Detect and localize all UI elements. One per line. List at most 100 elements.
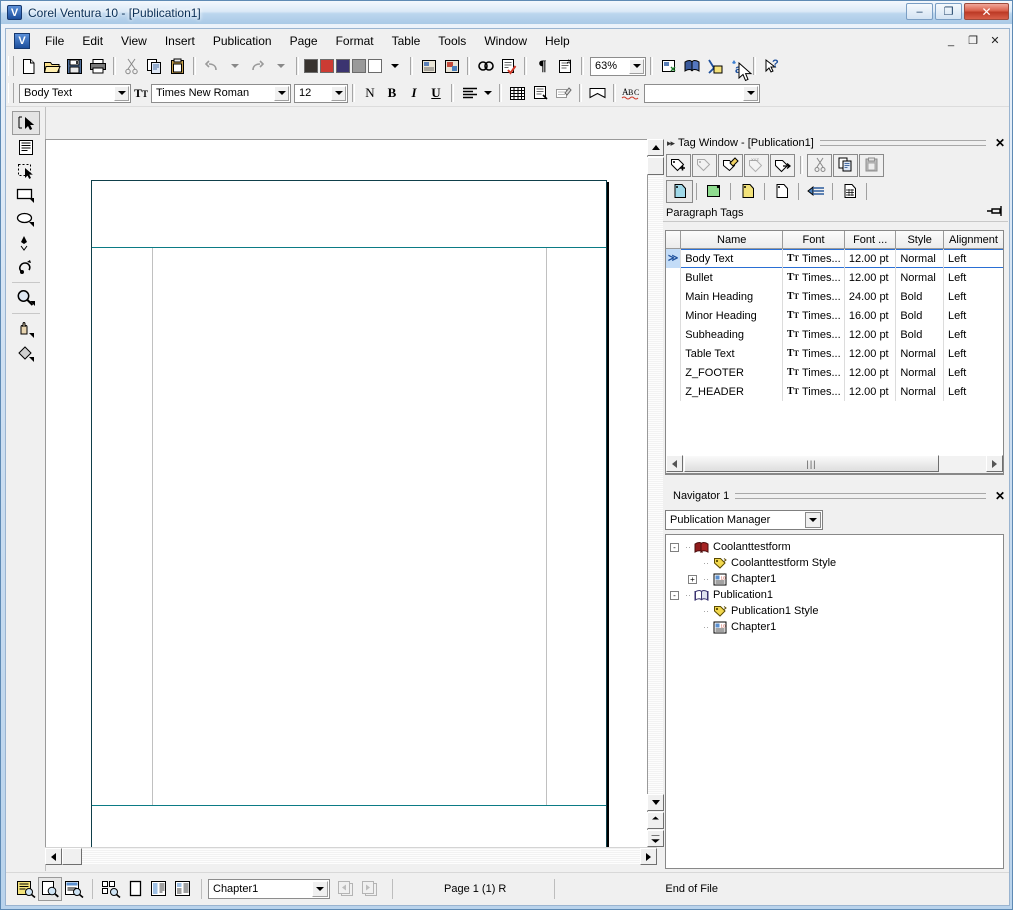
table-edit-button[interactable] (552, 82, 575, 104)
scroll-left-button[interactable] (45, 848, 62, 865)
color-swatch-1[interactable] (304, 59, 318, 73)
paste-tag-button[interactable] (859, 153, 884, 177)
insert-code-button[interactable]: # (554, 55, 577, 77)
redo-dropdown[interactable] (269, 55, 292, 77)
tree-node[interactable]: ·· Publication1 Style (670, 603, 1003, 619)
collapse-toggle-icon[interactable]: - (670, 542, 679, 552)
single-page-button[interactable] (123, 877, 147, 901)
draft-view-button[interactable] (14, 877, 38, 901)
grammar-check-button[interactable] (703, 55, 726, 77)
scroll-right-button[interactable] (640, 848, 657, 865)
rename-tag-button[interactable]: XYZ (744, 153, 769, 177)
table-row[interactable]: Main Heading TT Times... 24.00 pt Bold Left (666, 287, 1003, 306)
table-tags-tab[interactable] (836, 180, 863, 203)
scroll-up-button[interactable] (647, 139, 664, 156)
next-page-button[interactable] (358, 877, 382, 901)
menu-publication[interactable]: Publication (204, 31, 281, 51)
tree-node[interactable]: - ·· Coolanttestform (670, 539, 1003, 555)
quick-correct-button[interactable]: a (726, 55, 749, 77)
menu-insert[interactable]: Insert (156, 31, 204, 51)
minimize-button[interactable]: – (906, 3, 933, 20)
character-tags-tab[interactable] (700, 180, 727, 203)
print-button[interactable] (86, 55, 109, 77)
page-tags-tab[interactable] (768, 180, 795, 203)
color-swatch-3[interactable] (336, 59, 350, 73)
color-swatch-5[interactable] (368, 59, 382, 73)
table-row[interactable]: Subheading TT Times... 12.00 pt Bold Left (666, 325, 1003, 344)
zoom-combo[interactable]: 63% (590, 56, 646, 76)
document-page[interactable] (91, 180, 607, 847)
tag-window-titlebar[interactable]: ▸▸ Tag Window - [Publication1] ✕ (663, 134, 1008, 152)
zoom-dropdown-button[interactable] (629, 58, 644, 74)
spellcheck-dropdown[interactable] (743, 85, 758, 101)
menu-page[interactable]: Page (281, 31, 327, 51)
maximize-button[interactable]: ❐ (935, 3, 962, 20)
document-canvas[interactable] (45, 139, 657, 847)
edit-tag-button[interactable] (718, 153, 743, 177)
menu-tools[interactable]: Tools (429, 31, 475, 51)
grid-horizontal-scrollbar[interactable]: ||| (665, 455, 1004, 474)
normal-view-button[interactable] (38, 877, 62, 901)
ruling-tags-tab[interactable] (802, 180, 829, 203)
frame-tags-tab[interactable] (734, 180, 761, 203)
table-row[interactable]: Table Text TT Times... 12.00 pt Normal Left (666, 344, 1003, 363)
cut-tag-button[interactable] (807, 153, 832, 177)
grid-col-font[interactable]: Font (783, 231, 845, 248)
insert-marker-button[interactable] (586, 82, 609, 104)
text-tool[interactable] (12, 135, 40, 159)
undo-dropdown[interactable] (223, 55, 246, 77)
font-size-select[interactable]: 12 (294, 83, 348, 103)
ellipse-tool[interactable] (12, 207, 40, 231)
alignment-button[interactable] (458, 82, 481, 104)
fill-tool[interactable] (12, 341, 40, 365)
menu-window[interactable]: Window (475, 31, 536, 51)
format-toolbar-grip[interactable] (8, 83, 14, 103)
chapter-select[interactable]: Chapter1 (208, 879, 330, 899)
table-row[interactable]: ≫ Body Text TT Times... 12.00 pt Normal Left (666, 249, 1003, 268)
expand-toggle-icon[interactable]: + (688, 574, 697, 584)
font-family-dropdown[interactable] (274, 85, 289, 101)
italic-button[interactable]: I (403, 82, 425, 104)
horizontal-scrollbar[interactable] (45, 847, 657, 865)
grid-col-marker[interactable] (666, 231, 682, 248)
zoom-tool[interactable] (12, 286, 40, 310)
menu-edit[interactable]: Edit (73, 31, 112, 51)
show-formatting-button[interactable]: ¶ (531, 55, 554, 77)
table-row[interactable]: Z_HEADER TT Times... 12.00 pt Normal Left (666, 382, 1003, 401)
grid-col-name[interactable]: Name (681, 231, 784, 248)
alignment-dropdown[interactable] (481, 82, 495, 104)
new-button[interactable] (17, 55, 40, 77)
grid-col-font-size[interactable]: Font ... (844, 231, 897, 248)
navigator-mode-dropdown[interactable] (805, 512, 821, 528)
navigator-close-button[interactable]: ✕ (992, 489, 1008, 503)
paragraph-tags-grid[interactable]: Name Font Font ... Style Alignment ≫ Body… (665, 230, 1004, 475)
remove-tag-button[interactable] (692, 153, 717, 177)
table-row[interactable]: Minor Heading TT Times... 16.00 pt Bold Left (666, 306, 1003, 325)
tree-node[interactable]: + ·· 10 Chapter1 (670, 571, 1003, 587)
facing-pages-button[interactable] (147, 877, 171, 901)
insert-frame-button[interactable] (417, 55, 440, 77)
mdi-close-button[interactable]: ✕ (985, 32, 1005, 49)
bold-button[interactable]: B (381, 82, 403, 104)
scroll-down-button[interactable] (647, 794, 664, 811)
interactive-tool[interactable] (12, 255, 40, 279)
copy-button[interactable] (143, 55, 166, 77)
toolbar-grip[interactable] (8, 56, 14, 76)
table-row[interactable]: Z_FOOTER TT Times... 12.00 pt Normal Left (666, 363, 1003, 382)
vertical-scrollbar[interactable] (647, 139, 664, 847)
paste-button[interactable] (166, 55, 189, 77)
hscroll-track[interactable] (45, 848, 657, 864)
next-page-scroll-button[interactable] (647, 830, 664, 847)
help-context-button[interactable]: ? (760, 55, 783, 77)
spellcheck-input[interactable] (644, 83, 760, 103)
thumbnail-view-button[interactable] (99, 877, 123, 901)
tree-node[interactable]: - ·· Publication1 (670, 587, 1003, 603)
color-dropdown[interactable] (383, 55, 406, 77)
apply-tag-button[interactable] (770, 153, 795, 177)
open-button[interactable] (40, 55, 63, 77)
insert-table-button[interactable] (506, 82, 529, 104)
undo-button[interactable] (200, 55, 223, 77)
navigator-titlebar[interactable]: Navigator 1 ✕ (663, 486, 1008, 506)
pin-icon[interactable] (987, 205, 1002, 220)
underline-button[interactable]: U (425, 82, 447, 104)
